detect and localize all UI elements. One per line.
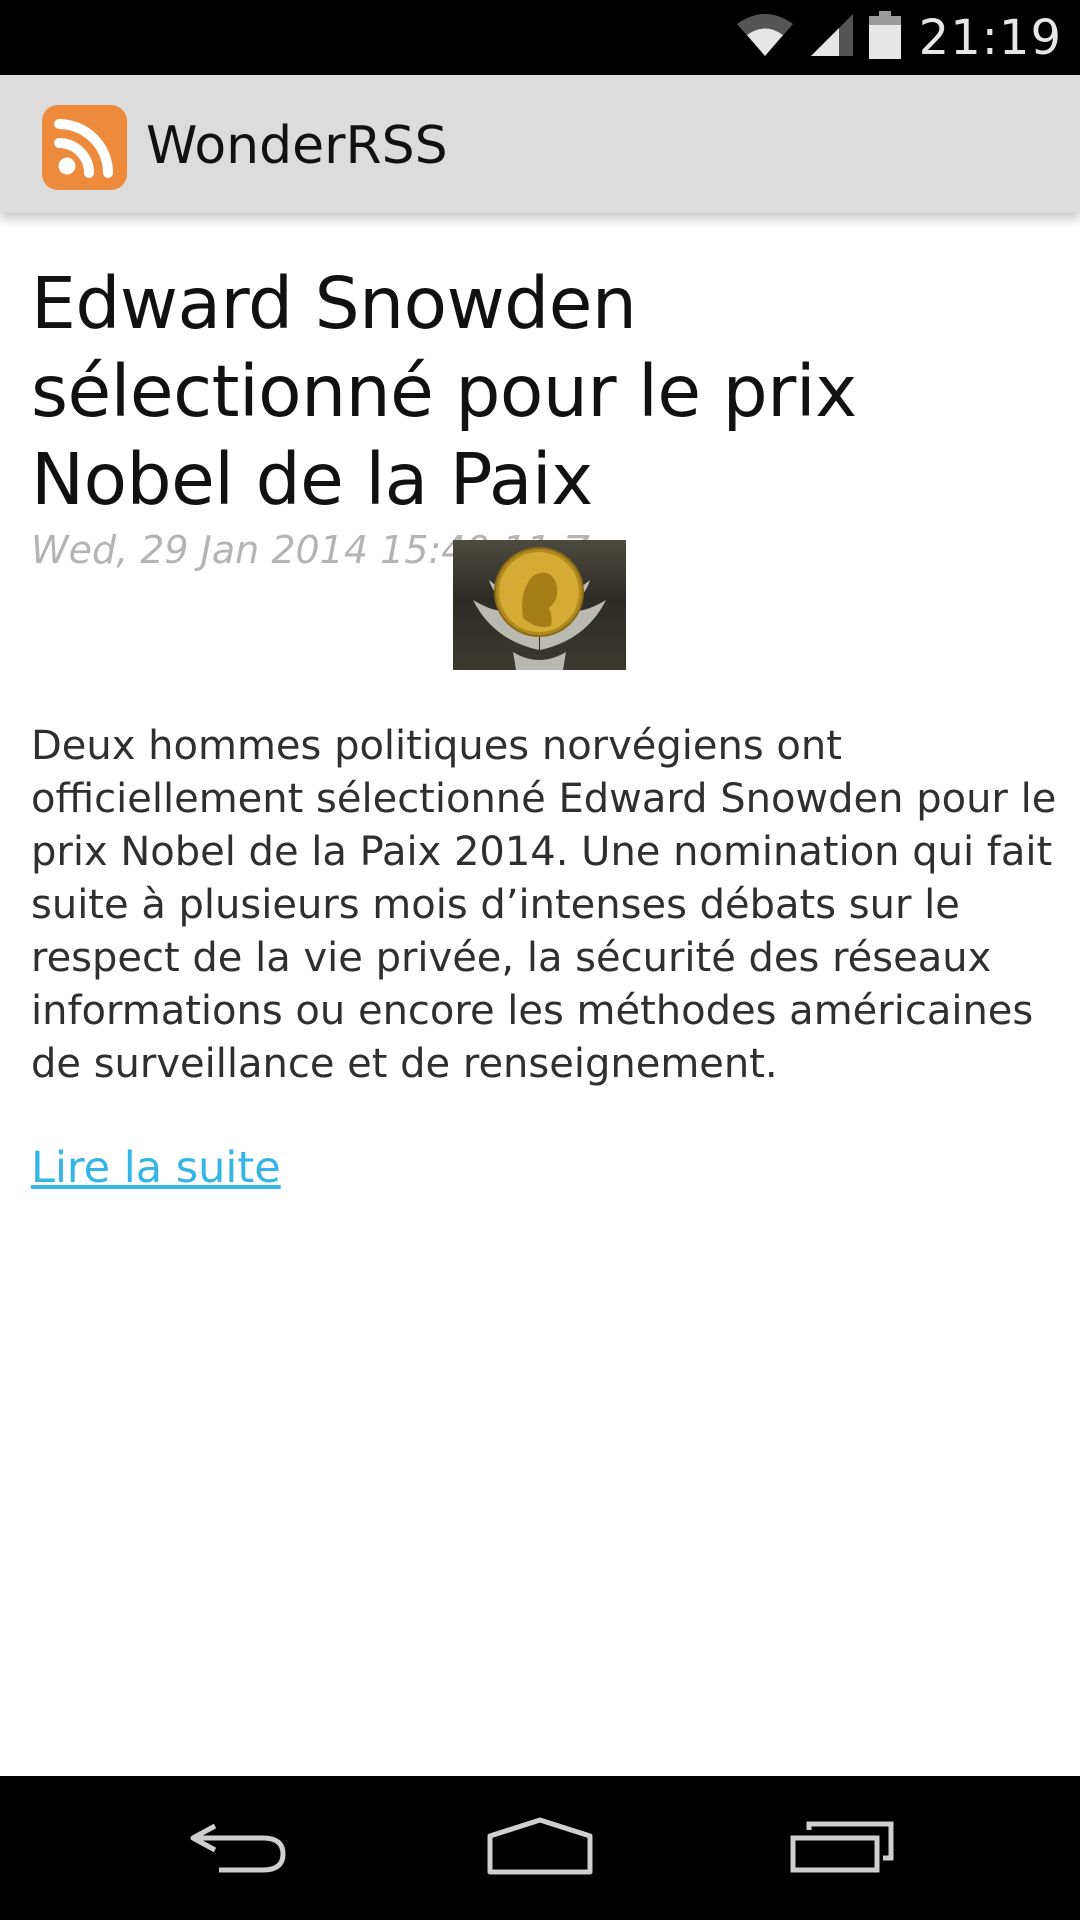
app-title: WonderRSS	[146, 116, 448, 176]
navigation-bar	[0, 1776, 1080, 1920]
back-icon	[185, 1816, 291, 1881]
article-body: Deux hommes politiques norvégiens ont of…	[31, 723, 1057, 1087]
status-time: 21:19	[918, 9, 1062, 66]
rss-icon[interactable]	[42, 105, 127, 190]
status-icons: 21:19	[735, 0, 1062, 75]
action-bar: WonderRSS	[0, 75, 1080, 213]
article-content: Edward Snowden sélectionné pour le prix …	[31, 260, 1051, 572]
wifi-icon	[735, 12, 795, 63]
nobel-medal-image	[453, 540, 626, 670]
recent-apps-button[interactable]	[752, 1776, 932, 1920]
battery-icon	[868, 11, 901, 64]
read-more-link[interactable]: Lire la suite	[31, 1143, 281, 1193]
article-title: Edward Snowden sélectionné pour le prix …	[31, 262, 857, 521]
recent-apps-icon	[789, 1818, 895, 1879]
signal-icon	[809, 12, 855, 63]
home-icon	[485, 1816, 595, 1881]
back-button[interactable]	[148, 1776, 328, 1920]
status-bar: 21:19	[0, 0, 1080, 75]
home-button[interactable]	[450, 1776, 630, 1920]
